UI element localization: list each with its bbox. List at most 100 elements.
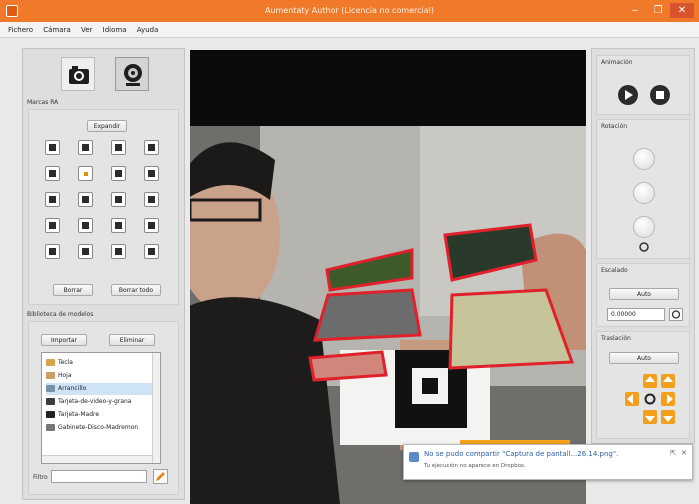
- title-bar: Aumentaty Author (Licencia no comercial)…: [0, 0, 699, 22]
- reset-icon: [671, 310, 681, 319]
- list-scrollbar[interactable]: [152, 353, 160, 463]
- marker-position-button[interactable]: [111, 218, 126, 233]
- list-horizontal-scrollbar[interactable]: [42, 455, 152, 463]
- marker-position-button[interactable]: [45, 244, 60, 259]
- menu-file[interactable]: Fichero: [8, 22, 33, 38]
- scale-auto-button[interactable]: Auto: [609, 288, 679, 300]
- marker-position-button[interactable]: [45, 140, 60, 155]
- library-group: Importar Eliminar Tecla Hoja Arrancillo …: [28, 321, 179, 495]
- move-right-button[interactable]: [661, 392, 675, 406]
- close-button[interactable]: ✕: [670, 3, 694, 18]
- camera-feed-image: [190, 126, 586, 504]
- delete-all-button[interactable]: Borrar todo: [111, 284, 161, 296]
- expand-button[interactable]: Expandir: [87, 120, 127, 132]
- reset-icon: [644, 393, 656, 405]
- left-panel: Marcas RA Expandir Borrar Borrar todo Bi…: [22, 48, 185, 500]
- model-icon: [46, 385, 55, 392]
- delete-model-button[interactable]: Eliminar: [109, 334, 155, 346]
- marker-position-button[interactable]: [78, 140, 93, 155]
- move-forward-button[interactable]: [661, 374, 675, 388]
- marker-position-button-center[interactable]: [78, 166, 93, 181]
- play-button[interactable]: [617, 84, 639, 106]
- menu-view[interactable]: Ver: [81, 22, 92, 38]
- marker-position-button[interactable]: [144, 140, 159, 155]
- menu-language[interactable]: Idioma: [103, 22, 127, 38]
- rotation-y-dial[interactable]: [633, 182, 655, 204]
- marker-position-button[interactable]: [78, 192, 93, 207]
- scale-group: Escalado Auto 0.00000: [596, 263, 690, 327]
- menu-bar: Fichero Cámara Ver Idioma Ayuda: [0, 22, 699, 38]
- list-item[interactable]: Tarjeta-de-video-y-grana: [46, 396, 131, 408]
- camera-button[interactable]: [61, 57, 95, 91]
- marker-position-button[interactable]: [78, 218, 93, 233]
- right-panel: Animación Rotación Escalado Auto 0.00000…: [591, 48, 695, 444]
- stop-icon: [650, 85, 670, 105]
- pencil-icon: [156, 472, 165, 481]
- marker-position-button[interactable]: [144, 192, 159, 207]
- animation-group: Animación: [596, 55, 690, 115]
- animation-label: Animación: [601, 59, 633, 66]
- arrow-right-icon: [667, 394, 673, 404]
- rotation-label: Rotación: [601, 123, 628, 130]
- model-list[interactable]: Tecla Hoja Arrancillo Tarjeta-de-video-y…: [41, 352, 161, 464]
- marker-position-button[interactable]: [144, 166, 159, 181]
- window-title: Aumentaty Author (Licencia no comercial): [264, 6, 434, 15]
- import-button[interactable]: Importar: [41, 334, 87, 346]
- reset-rotation-button[interactable]: [639, 242, 649, 252]
- notification-body: Tu ejecución no aparece en Dropbox.: [424, 463, 526, 469]
- arrow-up-icon: [645, 376, 655, 382]
- restore-button[interactable]: ❐: [648, 3, 668, 18]
- play-icon: [618, 85, 638, 105]
- list-item[interactable]: Hoja: [46, 370, 72, 382]
- marker-position-button[interactable]: [144, 244, 159, 259]
- webcam-button[interactable]: [115, 57, 149, 91]
- edit-button[interactable]: [153, 469, 168, 484]
- list-item[interactable]: Tarjeta-Madre: [46, 409, 99, 421]
- marker-position-button[interactable]: [111, 140, 126, 155]
- marker-position-button[interactable]: [78, 244, 93, 259]
- pin-icon[interactable]: ⇱: [670, 449, 676, 457]
- marker-position-button[interactable]: [45, 166, 60, 181]
- filter-input[interactable]: [51, 470, 147, 483]
- markers-label: Marcas RA: [27, 99, 59, 106]
- reset-icon: [639, 242, 649, 252]
- stop-button[interactable]: [649, 84, 671, 106]
- translation-label: Traslación: [601, 335, 631, 342]
- marker-position-button[interactable]: [111, 244, 126, 259]
- minimize-button[interactable]: ‒: [624, 3, 646, 18]
- rotation-group: Rotación: [596, 119, 690, 259]
- marker-position-button[interactable]: [144, 218, 159, 233]
- scale-label: Escalado: [601, 267, 628, 274]
- translation-auto-button[interactable]: Auto: [609, 352, 679, 364]
- delete-button[interactable]: Borrar: [53, 284, 93, 296]
- list-item-selected[interactable]: Arrancillo: [46, 383, 152, 395]
- move-down-button[interactable]: [643, 410, 657, 424]
- list-item[interactable]: Tecla: [46, 357, 73, 369]
- rotation-x-dial[interactable]: [633, 148, 655, 170]
- model-icon: [46, 424, 55, 431]
- camera-icon: [69, 66, 89, 84]
- reset-translation-button[interactable]: [643, 392, 657, 406]
- list-item[interactable]: Gabinete-Disco-Madremon: [46, 422, 138, 434]
- menu-camera[interactable]: Cámara: [43, 22, 70, 38]
- arrow-left-icon: [627, 394, 633, 404]
- marker-position-button[interactable]: [111, 192, 126, 207]
- marker-position-button[interactable]: [45, 218, 60, 233]
- dropbox-icon: [409, 452, 419, 462]
- marker-position-button[interactable]: [111, 166, 126, 181]
- close-notification-button[interactable]: ✕: [681, 449, 687, 457]
- move-up-button[interactable]: [643, 374, 657, 388]
- move-backward-button[interactable]: [661, 410, 675, 424]
- markers-group: Expandir Borrar Borrar todo: [28, 109, 179, 305]
- rotation-z-dial[interactable]: [633, 216, 655, 238]
- scale-spinbox[interactable]: 0.00000: [607, 308, 665, 321]
- notification-title: No se pudo compartir "Captura de pantall…: [424, 450, 619, 458]
- menu-help[interactable]: Ayuda: [137, 22, 159, 38]
- filter-label: Filtro: [33, 474, 48, 481]
- notification-toast[interactable]: No se pudo compartir "Captura de pantall…: [403, 444, 693, 480]
- move-left-button[interactable]: [625, 392, 639, 406]
- scale-reset-button[interactable]: [669, 308, 683, 321]
- marker-position-button[interactable]: [45, 192, 60, 207]
- camera-viewport[interactable]: [190, 50, 586, 504]
- arrow-down-icon: [663, 416, 673, 422]
